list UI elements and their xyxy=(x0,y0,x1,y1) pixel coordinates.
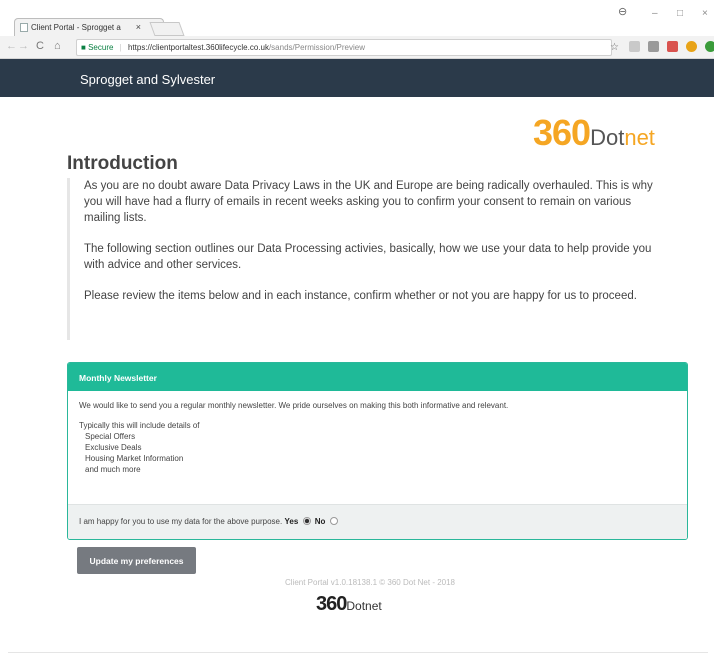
page-favicon-icon xyxy=(20,23,28,32)
extension-icon[interactable] xyxy=(705,41,714,52)
panel-body: We would like to send you a regular mont… xyxy=(68,391,687,506)
intro-paragraph: As you are no doubt aware Data Privacy L… xyxy=(84,180,653,224)
list-item: Special Offers xyxy=(85,432,136,441)
logo-word: Dotnet xyxy=(590,125,655,150)
divider xyxy=(8,652,708,653)
introduction-heading: Introduction xyxy=(67,153,178,174)
browser-toolbar: ← → C ⌂ ■ Secure | https://clientportalt… xyxy=(0,36,714,59)
app-header: Sprogget and Sylvester xyxy=(0,59,714,97)
consent-row: I am happy for you to use my data for th… xyxy=(68,504,687,539)
minimize-button[interactable]: – xyxy=(652,8,658,19)
introduction-body: As you are no doubt aware Data Privacy L… xyxy=(67,178,667,340)
no-label[interactable]: No xyxy=(315,517,326,526)
maximize-button[interactable]: □ xyxy=(677,8,683,19)
url-path: /sands/Permission/Preview xyxy=(268,43,365,52)
new-tab-button[interactable] xyxy=(149,22,185,36)
yes-label[interactable]: Yes xyxy=(284,517,298,526)
logo-word-net: net xyxy=(624,125,655,150)
extension-icon[interactable] xyxy=(667,41,678,52)
tab-close-icon[interactable]: × xyxy=(136,22,141,32)
no-radio[interactable] xyxy=(329,517,338,525)
bookmark-star-icon[interactable]: ☆ xyxy=(610,40,619,55)
extension-icon[interactable] xyxy=(629,41,640,52)
footer-360dotnet-logo: 360Dotnet xyxy=(316,593,382,616)
footer-logo-number: 360 xyxy=(316,593,347,615)
newsletter-panel: Monthly Newsletter We would like to send… xyxy=(67,362,688,540)
list-item: and much more xyxy=(85,465,141,474)
close-window-button[interactable]: × xyxy=(702,8,708,19)
newsletter-description: We would like to send you a regular mont… xyxy=(79,401,509,410)
extension-icon[interactable] xyxy=(686,41,697,52)
secure-label: Secure xyxy=(88,43,114,52)
profile-icon[interactable]: ⊖ xyxy=(618,5,627,18)
yes-radio[interactable] xyxy=(302,517,311,525)
url-separator: | xyxy=(119,43,122,52)
intro-paragraph: The following section outlines our Data … xyxy=(84,243,652,271)
extension-icon[interactable] xyxy=(648,41,659,52)
logo-number: 360 xyxy=(533,112,591,153)
consent-text: I am happy for you to use my data for th… xyxy=(79,517,283,526)
list-item: Housing Market Information xyxy=(85,454,184,463)
footer-version-text: Client Portal v1.0.18138.1 © 360 Dot Net… xyxy=(285,578,455,587)
list-heading: Typically this will include details of xyxy=(79,421,200,430)
logo-word-dot: Dot xyxy=(590,125,625,150)
tab-title: Client Portal - Sprogget a xyxy=(31,23,121,32)
home-icon[interactable]: ⌂ xyxy=(54,40,61,52)
back-arrow-icon[interactable]: ← xyxy=(6,40,17,52)
browser-tab[interactable]: Client Portal - Sprogget a × xyxy=(14,18,164,36)
company-name: Sprogget and Sylvester xyxy=(80,72,216,87)
reload-icon[interactable]: C xyxy=(36,40,44,52)
list-item: Exclusive Deals xyxy=(85,443,142,452)
360dotnet-logo: 360Dotnet xyxy=(533,112,655,154)
address-bar[interactable]: ■ Secure | https://clientportaltest.360l… xyxy=(76,39,619,56)
url-host: https://clientportaltest.360lifecycle.co… xyxy=(127,43,269,52)
lock-icon: ■ xyxy=(81,43,86,52)
forward-arrow-icon[interactable]: → xyxy=(18,40,29,52)
footer-logo-word: Dotnet xyxy=(346,599,382,613)
intro-paragraph: Please review the items below and in eac… xyxy=(84,290,637,302)
panel-title: Monthly Newsletter xyxy=(68,363,687,391)
browser-tabstrip: Client Portal - Sprogget a × ⊖ – □ × xyxy=(0,0,714,36)
update-preferences-button[interactable]: Update my preferences xyxy=(77,547,196,574)
